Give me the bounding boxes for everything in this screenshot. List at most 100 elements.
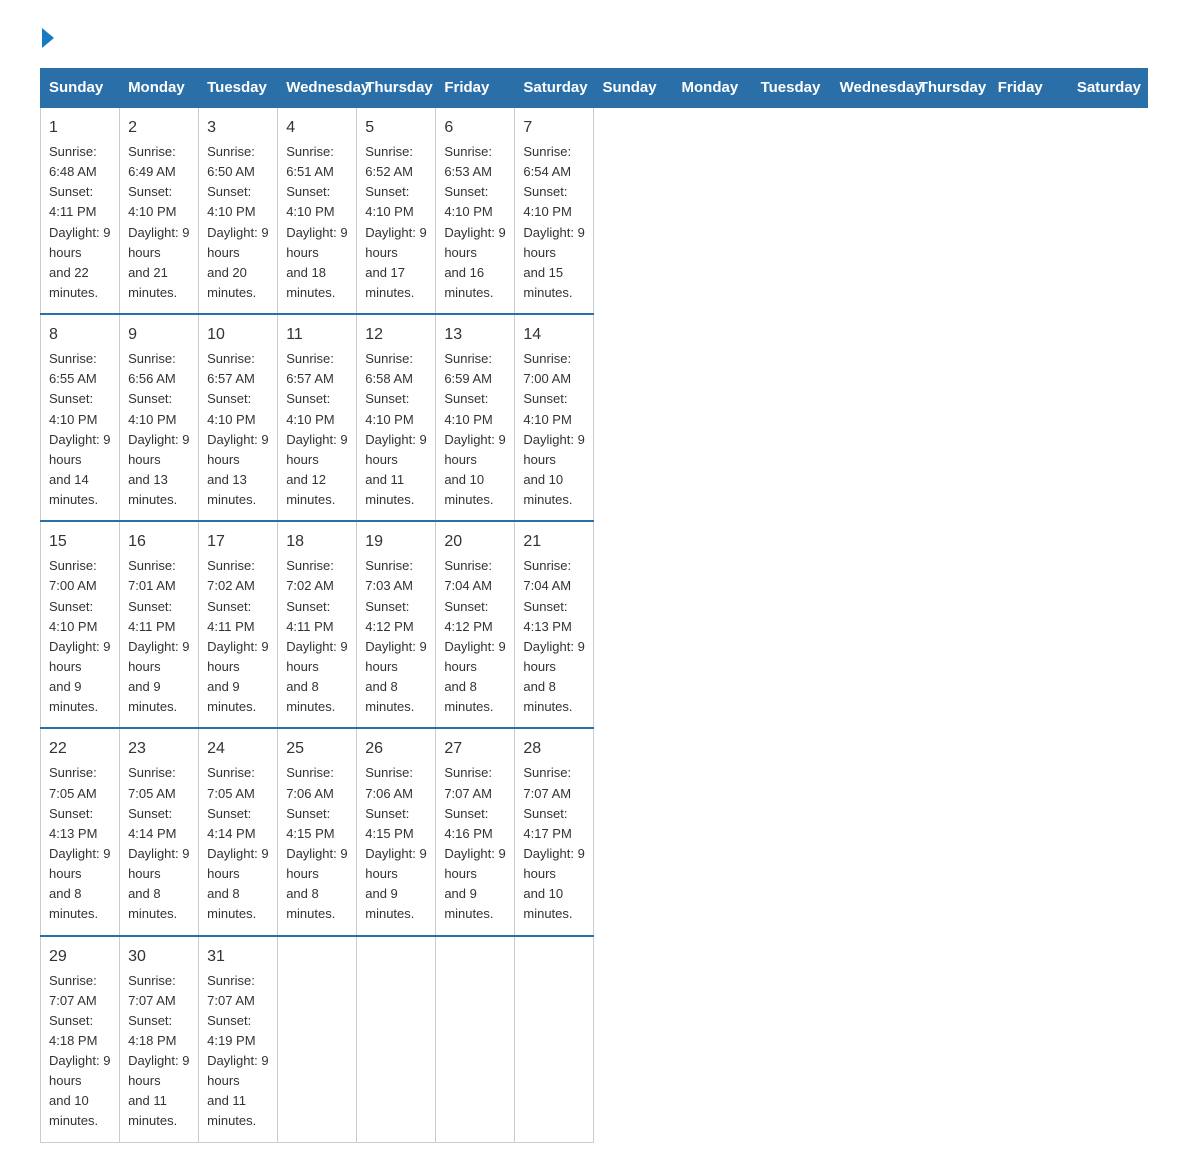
day-info: Sunrise: 7:02 AMSunset: 4:11 PMDaylight:… [286, 556, 348, 717]
calendar-cell: 3Sunrise: 6:50 AMSunset: 4:10 PMDaylight… [199, 107, 278, 314]
day-info: Sunrise: 7:05 AMSunset: 4:14 PMDaylight:… [207, 763, 269, 924]
day-info: Sunrise: 7:00 AMSunset: 4:10 PMDaylight:… [523, 349, 585, 510]
day-info: Sunrise: 7:07 AMSunset: 4:18 PMDaylight:… [49, 971, 111, 1132]
calendar-cell: 4Sunrise: 6:51 AMSunset: 4:10 PMDaylight… [278, 107, 357, 314]
col-header-tuesday: Tuesday [752, 69, 831, 108]
day-number: 30 [128, 945, 190, 969]
col-header-sunday: Sunday [41, 69, 120, 108]
calendar-cell: 11Sunrise: 6:57 AMSunset: 4:10 PMDayligh… [278, 314, 357, 521]
day-info: Sunrise: 6:57 AMSunset: 4:10 PMDaylight:… [207, 349, 269, 510]
calendar-cell: 9Sunrise: 6:56 AMSunset: 4:10 PMDaylight… [120, 314, 199, 521]
day-info: Sunrise: 6:53 AMSunset: 4:10 PMDaylight:… [444, 142, 506, 303]
col-header-tuesday: Tuesday [199, 69, 278, 108]
col-header-friday: Friday [436, 69, 515, 108]
day-number: 10 [207, 323, 269, 347]
day-info: Sunrise: 6:57 AMSunset: 4:10 PMDaylight:… [286, 349, 348, 510]
calendar-cell: 14Sunrise: 7:00 AMSunset: 4:10 PMDayligh… [515, 314, 594, 521]
day-info: Sunrise: 6:48 AMSunset: 4:11 PMDaylight:… [49, 142, 111, 303]
day-info: Sunrise: 6:49 AMSunset: 4:10 PMDaylight:… [128, 142, 190, 303]
day-info: Sunrise: 7:02 AMSunset: 4:11 PMDaylight:… [207, 556, 269, 717]
day-number: 19 [365, 530, 427, 554]
day-number: 21 [523, 530, 585, 554]
calendar-cell [515, 936, 594, 1143]
calendar-cell: 23Sunrise: 7:05 AMSunset: 4:14 PMDayligh… [120, 728, 199, 935]
calendar-table: SundayMondayTuesdayWednesdayThursdayFrid… [40, 68, 1148, 1143]
col-header-thursday: Thursday [357, 69, 436, 108]
calendar-cell [436, 936, 515, 1143]
day-number: 4 [286, 116, 348, 140]
calendar-week-row: 1Sunrise: 6:48 AMSunset: 4:11 PMDaylight… [41, 107, 1148, 314]
calendar-cell: 19Sunrise: 7:03 AMSunset: 4:12 PMDayligh… [357, 521, 436, 728]
calendar-cell: 2Sunrise: 6:49 AMSunset: 4:10 PMDaylight… [120, 107, 199, 314]
logo [40, 30, 54, 48]
calendar-cell: 30Sunrise: 7:07 AMSunset: 4:18 PMDayligh… [120, 936, 199, 1143]
day-number: 20 [444, 530, 506, 554]
calendar-cell: 21Sunrise: 7:04 AMSunset: 4:13 PMDayligh… [515, 521, 594, 728]
day-number: 8 [49, 323, 111, 347]
col-header-thursday: Thursday [910, 69, 989, 108]
day-info: Sunrise: 7:05 AMSunset: 4:13 PMDaylight:… [49, 763, 111, 924]
day-info: Sunrise: 7:01 AMSunset: 4:11 PMDaylight:… [128, 556, 190, 717]
calendar-cell: 17Sunrise: 7:02 AMSunset: 4:11 PMDayligh… [199, 521, 278, 728]
day-number: 26 [365, 737, 427, 761]
day-number: 24 [207, 737, 269, 761]
calendar-cell: 6Sunrise: 6:53 AMSunset: 4:10 PMDaylight… [436, 107, 515, 314]
calendar-cell [357, 936, 436, 1143]
col-header-wednesday: Wednesday [831, 69, 910, 108]
calendar-cell: 31Sunrise: 7:07 AMSunset: 4:19 PMDayligh… [199, 936, 278, 1143]
day-number: 6 [444, 116, 506, 140]
col-header-wednesday: Wednesday [278, 69, 357, 108]
day-number: 22 [49, 737, 111, 761]
calendar-cell [278, 936, 357, 1143]
day-number: 13 [444, 323, 506, 347]
calendar-cell: 27Sunrise: 7:07 AMSunset: 4:16 PMDayligh… [436, 728, 515, 935]
col-header-saturday: Saturday [515, 69, 594, 108]
calendar-cell: 13Sunrise: 6:59 AMSunset: 4:10 PMDayligh… [436, 314, 515, 521]
day-number: 1 [49, 116, 111, 140]
day-info: Sunrise: 7:07 AMSunset: 4:19 PMDaylight:… [207, 971, 269, 1132]
col-header-sunday: Sunday [594, 69, 673, 108]
day-number: 18 [286, 530, 348, 554]
day-number: 3 [207, 116, 269, 140]
day-number: 23 [128, 737, 190, 761]
calendar-week-row: 8Sunrise: 6:55 AMSunset: 4:10 PMDaylight… [41, 314, 1148, 521]
day-info: Sunrise: 7:05 AMSunset: 4:14 PMDaylight:… [128, 763, 190, 924]
calendar-cell: 15Sunrise: 7:00 AMSunset: 4:10 PMDayligh… [41, 521, 120, 728]
logo-arrow-icon [42, 28, 54, 48]
calendar-cell: 20Sunrise: 7:04 AMSunset: 4:12 PMDayligh… [436, 521, 515, 728]
calendar-header-row: SundayMondayTuesdayWednesdayThursdayFrid… [41, 69, 1148, 108]
day-number: 11 [286, 323, 348, 347]
day-number: 5 [365, 116, 427, 140]
calendar-cell: 5Sunrise: 6:52 AMSunset: 4:10 PMDaylight… [357, 107, 436, 314]
day-info: Sunrise: 7:03 AMSunset: 4:12 PMDaylight:… [365, 556, 427, 717]
calendar-cell: 28Sunrise: 7:07 AMSunset: 4:17 PMDayligh… [515, 728, 594, 935]
day-number: 16 [128, 530, 190, 554]
day-number: 17 [207, 530, 269, 554]
col-header-monday: Monday [120, 69, 199, 108]
day-number: 25 [286, 737, 348, 761]
day-number: 2 [128, 116, 190, 140]
calendar-cell: 10Sunrise: 6:57 AMSunset: 4:10 PMDayligh… [199, 314, 278, 521]
day-info: Sunrise: 7:07 AMSunset: 4:17 PMDaylight:… [523, 763, 585, 924]
calendar-cell: 8Sunrise: 6:55 AMSunset: 4:10 PMDaylight… [41, 314, 120, 521]
day-info: Sunrise: 7:06 AMSunset: 4:15 PMDaylight:… [365, 763, 427, 924]
day-info: Sunrise: 7:07 AMSunset: 4:16 PMDaylight:… [444, 763, 506, 924]
day-number: 12 [365, 323, 427, 347]
calendar-week-row: 29Sunrise: 7:07 AMSunset: 4:18 PMDayligh… [41, 936, 1148, 1143]
day-info: Sunrise: 7:06 AMSunset: 4:15 PMDaylight:… [286, 763, 348, 924]
calendar-cell: 29Sunrise: 7:07 AMSunset: 4:18 PMDayligh… [41, 936, 120, 1143]
day-info: Sunrise: 7:04 AMSunset: 4:13 PMDaylight:… [523, 556, 585, 717]
day-number: 7 [523, 116, 585, 140]
page-header [40, 30, 1148, 48]
col-header-friday: Friday [989, 69, 1068, 108]
calendar-cell: 16Sunrise: 7:01 AMSunset: 4:11 PMDayligh… [120, 521, 199, 728]
day-number: 15 [49, 530, 111, 554]
calendar-cell: 1Sunrise: 6:48 AMSunset: 4:11 PMDaylight… [41, 107, 120, 314]
calendar-cell: 12Sunrise: 6:58 AMSunset: 4:10 PMDayligh… [357, 314, 436, 521]
day-info: Sunrise: 6:51 AMSunset: 4:10 PMDaylight:… [286, 142, 348, 303]
day-info: Sunrise: 6:52 AMSunset: 4:10 PMDaylight:… [365, 142, 427, 303]
day-info: Sunrise: 7:07 AMSunset: 4:18 PMDaylight:… [128, 971, 190, 1132]
calendar-cell: 25Sunrise: 7:06 AMSunset: 4:15 PMDayligh… [278, 728, 357, 935]
day-info: Sunrise: 7:00 AMSunset: 4:10 PMDaylight:… [49, 556, 111, 717]
calendar-week-row: 15Sunrise: 7:00 AMSunset: 4:10 PMDayligh… [41, 521, 1148, 728]
